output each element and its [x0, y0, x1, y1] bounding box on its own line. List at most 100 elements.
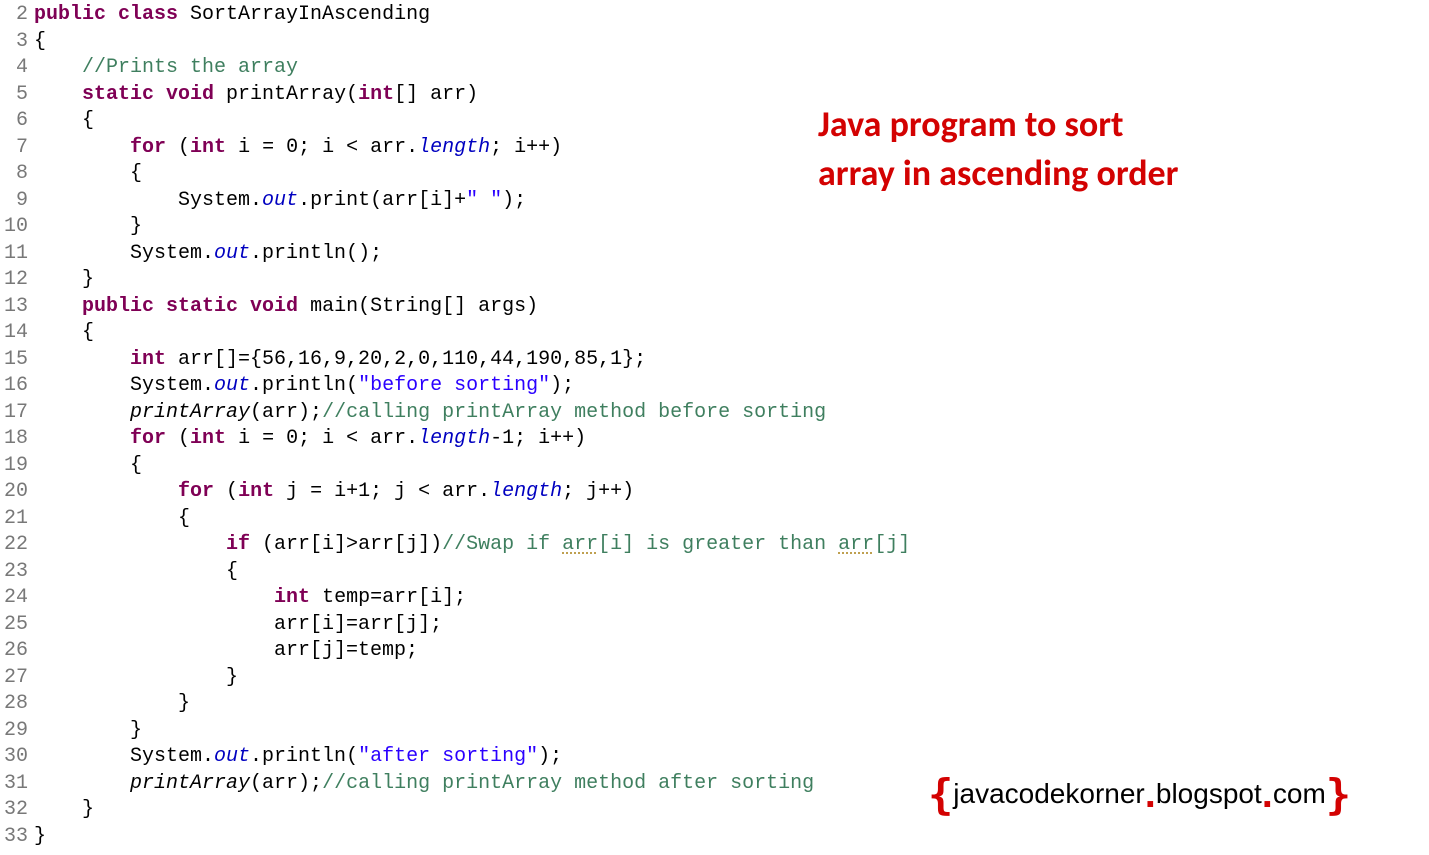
line-number: 31 [0, 771, 28, 798]
code-token: { [34, 30, 46, 53]
code-token: static void [82, 83, 226, 106]
code-token: } [34, 666, 238, 689]
line-number: 28 [0, 691, 28, 718]
code-token [34, 427, 130, 450]
code-line: System.out.print(arr[i]+" "); [34, 188, 1429, 215]
code-token: -1; i++) [490, 427, 586, 450]
code-token: [i] is greater than [598, 533, 838, 556]
code-token: length [490, 480, 562, 503]
line-number: 23 [0, 559, 28, 586]
code-token: int [274, 586, 322, 609]
line-number: 15 [0, 347, 28, 374]
code-token: .print(arr[i]+ [298, 189, 466, 212]
code-token [34, 56, 82, 79]
code-line: for (int i = 0; i < arr.length-1; i++) [34, 426, 1429, 453]
code-token: length [418, 136, 490, 159]
code-token [34, 772, 130, 795]
code-token: //Swap if [442, 533, 562, 556]
line-number: 25 [0, 612, 28, 639]
code-token: ); [550, 374, 574, 397]
code-area: public class SortArrayInAscending{ //Pri… [34, 2, 1429, 850]
code-token: temp=arr[i]; [322, 586, 466, 609]
line-number: 27 [0, 665, 28, 692]
code-token: .println( [250, 745, 358, 768]
code-token: out [214, 374, 250, 397]
code-line: { [34, 320, 1429, 347]
line-number: 19 [0, 453, 28, 480]
overlay-title-line2: array in ascending order [818, 151, 1178, 195]
line-number: 20 [0, 479, 28, 506]
code-line: arr[j]=temp; [34, 638, 1429, 665]
code-token: } [34, 215, 142, 238]
code-line: //Prints the array [34, 55, 1429, 82]
code-token: int [130, 348, 178, 371]
code-token: arr[i]=arr[j]; [34, 613, 442, 636]
code-line: { [34, 453, 1429, 480]
code-token: j = i+1; j < arr. [286, 480, 490, 503]
code-line: System.out.println("after sorting"); [34, 744, 1429, 771]
code-token: ); [502, 189, 526, 212]
code-token: } [34, 825, 46, 848]
code-token: } [34, 719, 142, 742]
code-token: i = 0; i < arr. [238, 427, 418, 450]
overlay-title-line1: Java program to sort [818, 102, 1124, 146]
code-token: printArray [130, 772, 250, 795]
code-token: int [190, 136, 238, 159]
code-token: ; j++) [562, 480, 634, 503]
code-token: main(String[] args) [310, 295, 538, 318]
code-line: { [34, 161, 1429, 188]
code-token: //Prints the array [82, 56, 298, 79]
code-line: int temp=arr[i]; [34, 585, 1429, 612]
line-number: 10 [0, 214, 28, 241]
code-token [34, 480, 178, 503]
code-line: for (int i = 0; i < arr.length; i++) [34, 135, 1429, 162]
code-token: length [418, 427, 490, 450]
line-number: 18 [0, 426, 28, 453]
line-number: 24 [0, 585, 28, 612]
code-token: arr[]={56,16,9,20,2,0,110,44,190,85,1}; [178, 348, 646, 371]
code-token: { [34, 109, 94, 132]
code-token: arr [838, 533, 874, 556]
code-token: for [130, 427, 178, 450]
code-token: int [238, 480, 286, 503]
code-line: arr[i]=arr[j]; [34, 612, 1429, 639]
code-token [34, 533, 226, 556]
code-line: public class SortArrayInAscending [34, 2, 1429, 29]
code-token: [] arr) [394, 83, 478, 106]
code-token: i = 0; i < arr. [238, 136, 418, 159]
line-number: 11 [0, 241, 28, 268]
code-token: out [262, 189, 298, 212]
code-line: { [34, 506, 1429, 533]
code-token [34, 136, 130, 159]
code-token: out [214, 242, 250, 265]
code-token: "before sorting" [358, 374, 550, 397]
code-token: .println(); [250, 242, 382, 265]
code-token: out [214, 745, 250, 768]
code-line: printArray(arr);//calling printArray met… [34, 400, 1429, 427]
code-line: } [34, 214, 1429, 241]
line-number-gutter: 2345678910111213141516171819202122232425… [0, 2, 34, 850]
line-number: 9 [0, 188, 28, 215]
line-number: 26 [0, 638, 28, 665]
code-token [34, 348, 130, 371]
line-number: 30 [0, 744, 28, 771]
dot-icon: . [1145, 772, 1156, 816]
brace-close-icon: } [1326, 770, 1351, 819]
line-number: 16 [0, 373, 28, 400]
line-number: 21 [0, 506, 28, 533]
code-token: if [226, 533, 262, 556]
line-number: 4 [0, 55, 28, 82]
line-number: 29 [0, 718, 28, 745]
code-token: public class [34, 3, 190, 26]
code-token: arr [562, 533, 598, 556]
line-number: 32 [0, 797, 28, 824]
code-token: (arr); [250, 772, 322, 795]
line-number: 17 [0, 400, 28, 427]
code-token: { [34, 321, 94, 344]
code-line: } [34, 267, 1429, 294]
code-token: { [34, 507, 190, 530]
code-line: int arr[]={56,16,9,20,2,0,110,44,190,85,… [34, 347, 1429, 374]
code-token: System. [34, 374, 214, 397]
line-number: 12 [0, 267, 28, 294]
line-number: 14 [0, 320, 28, 347]
